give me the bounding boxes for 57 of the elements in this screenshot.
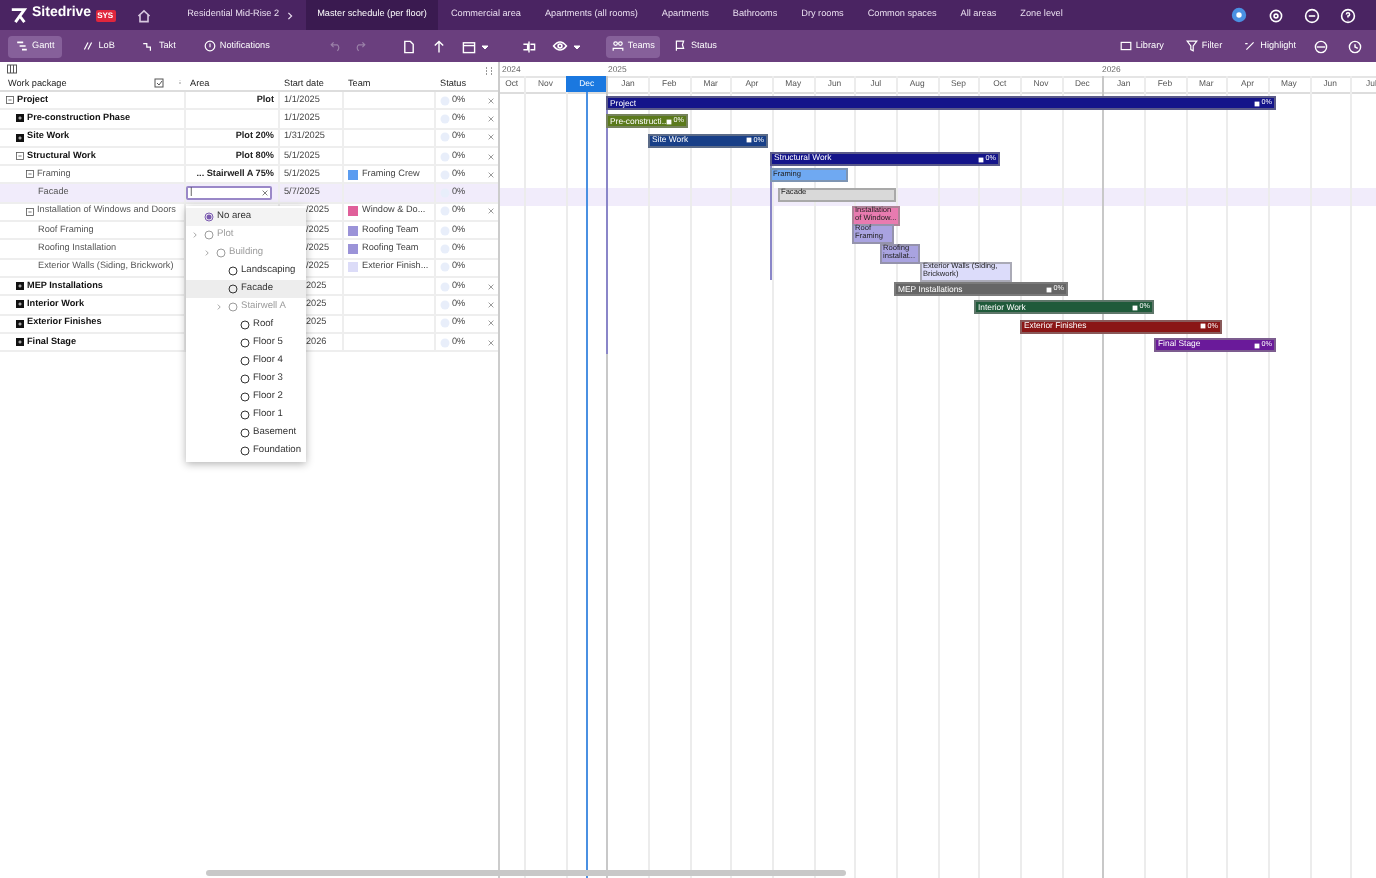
- library-icon: [1119, 40, 1132, 52]
- close-icon[interactable]: [487, 339, 493, 345]
- close-icon[interactable]: [487, 208, 493, 215]
- progress-handle-icon[interactable]: [1253, 99, 1260, 108]
- expand-icon[interactable]: [16, 319, 24, 328]
- close-icon[interactable]: [487, 283, 493, 290]
- expand-icon[interactable]: [16, 300, 24, 309]
- progress-handle-icon[interactable]: [745, 136, 752, 145]
- chevron-right-icon: [216, 303, 222, 310]
- list-icon: [16, 40, 28, 52]
- collapse-icon[interactable]: [6, 96, 14, 105]
- history-icon[interactable]: [1348, 39, 1362, 53]
- filter-icon: [1185, 40, 1198, 52]
- logo-icon: [10, 6, 28, 24]
- expand-icon[interactable]: [16, 114, 24, 123]
- chart-icon: [82, 40, 95, 52]
- close-icon[interactable]: [487, 171, 493, 178]
- close-icon[interactable]: [487, 115, 493, 122]
- checklist-icon[interactable]: [154, 78, 164, 88]
- columns-toggle-icon[interactable]: [4, 64, 20, 74]
- settings-icon[interactable]: [1268, 7, 1284, 23]
- collapse-icon[interactable]: [16, 152, 24, 161]
- progress-handle-icon[interactable]: [1199, 322, 1206, 331]
- drag-handle-icon[interactable]: [484, 66, 494, 76]
- caret-icon[interactable]: [479, 41, 490, 51]
- home-icon[interactable]: [135, 7, 152, 23]
- chevron-right-icon: [192, 231, 198, 238]
- close-icon[interactable]: [487, 301, 493, 308]
- collapse-icon[interactable]: [26, 170, 34, 179]
- horizontal-scrollbar[interactable]: [206, 870, 846, 876]
- export-icon[interactable]: [401, 39, 416, 53]
- collapse-icon[interactable]: [26, 207, 34, 216]
- progress-handle-icon[interactable]: [1131, 303, 1138, 312]
- expand-icon[interactable]: [16, 133, 24, 142]
- clear-icon[interactable]: [262, 190, 268, 197]
- progress-handle-icon[interactable]: [1253, 341, 1260, 350]
- close-icon[interactable]: [487, 320, 493, 327]
- progress-handle-icon[interactable]: [665, 117, 672, 126]
- upload-icon[interactable]: [431, 39, 446, 53]
- expand-icon[interactable]: [16, 282, 24, 291]
- progress-handle-icon[interactable]: [977, 155, 984, 164]
- flag-icon: [674, 40, 687, 52]
- steps-icon: [142, 40, 155, 52]
- eye-icon[interactable]: [551, 38, 568, 54]
- highlight-icon: [1244, 40, 1257, 52]
- close-icon[interactable]: [487, 97, 493, 104]
- assistant-icon[interactable]: [1230, 6, 1248, 24]
- progress-handle-icon[interactable]: [1045, 285, 1052, 294]
- help-icon[interactable]: [1340, 7, 1356, 23]
- calendar-icon[interactable]: [461, 39, 476, 53]
- caret-icon[interactable]: [571, 41, 582, 51]
- split-icon[interactable]: [521, 39, 536, 53]
- close-icon[interactable]: [487, 153, 493, 160]
- chevron-right-icon: [204, 249, 210, 256]
- people-icon: [611, 40, 624, 52]
- expand-icon[interactable]: [16, 338, 24, 346]
- close-icon[interactable]: [487, 134, 493, 141]
